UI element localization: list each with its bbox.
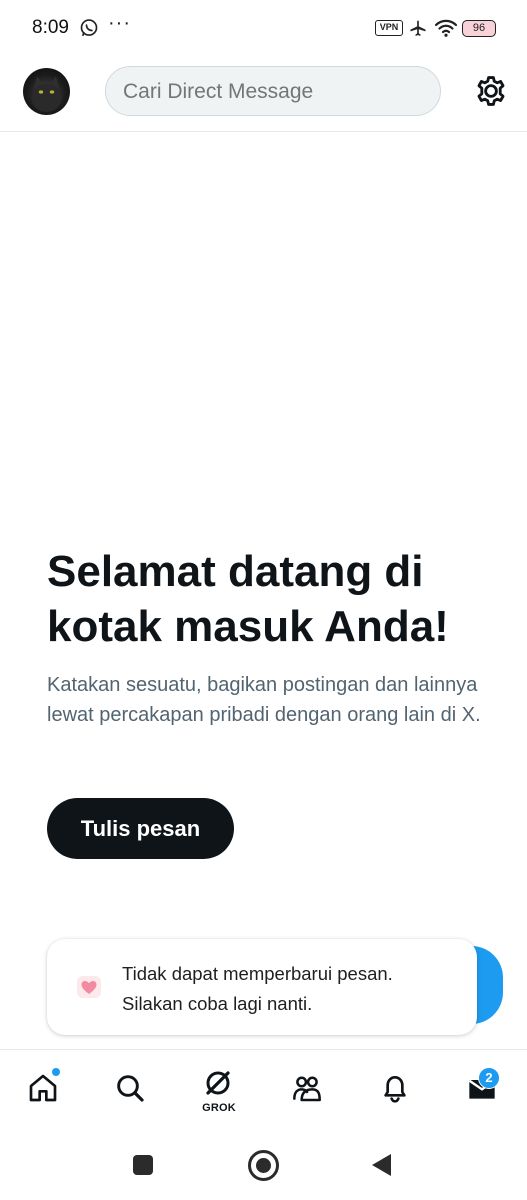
grok-label: GROK — [202, 1102, 236, 1114]
welcome-title: Selamat datang di kotak masuk Anda! — [47, 547, 449, 651]
nav-grok[interactable]: GROK — [189, 1050, 249, 1134]
more-dots-icon: ··· — [108, 12, 131, 34]
cat-avatar-image — [31, 76, 62, 112]
battery-icon: 96 — [462, 20, 496, 37]
home-notification-dot — [51, 1067, 61, 1077]
status-bar: 8:09 ··· VPN 96 — [0, 0, 527, 58]
airplane-icon — [410, 20, 426, 36]
vpn-icon: VPN — [375, 20, 403, 36]
communities-icon — [293, 1076, 321, 1102]
search-icon — [117, 1075, 144, 1102]
profile-avatar[interactable] — [23, 68, 70, 115]
bell-icon — [384, 1076, 406, 1103]
nav-home[interactable] — [13, 1050, 73, 1134]
search-input[interactable] — [123, 80, 423, 104]
write-message-button[interactable]: Tulis pesan — [47, 798, 234, 859]
back-button[interactable] — [372, 1154, 391, 1176]
messages-badge: 2 — [478, 1067, 500, 1089]
wifi-icon — [434, 19, 458, 37]
search-bar[interactable] — [105, 66, 441, 116]
whatsapp-icon — [80, 19, 98, 37]
system-navigation-bar — [0, 1133, 527, 1200]
nav-messages[interactable]: 2 — [452, 1050, 512, 1134]
grok-icon — [206, 1071, 230, 1095]
toast-line-1: Tidak dapat memperbarui pesan. — [122, 963, 393, 984]
bottom-navigation: GROK 2 — [0, 1049, 527, 1133]
status-time: 8:09 — [32, 17, 69, 38]
gear-icon[interactable] — [474, 74, 508, 108]
welcome-description: Katakan sesuatu, bagikan postingan dan l… — [47, 674, 481, 726]
recents-button[interactable] — [133, 1155, 153, 1175]
toast-line-2: Silakan coba lagi nanti. — [122, 993, 313, 1014]
toast-message: Tidak dapat memperbarui pesan. Silakan c… — [122, 959, 393, 1019]
home-button[interactable] — [248, 1150, 279, 1181]
nav-notifications[interactable] — [365, 1050, 425, 1134]
error-toast: Tidak dapat memperbarui pesan. Silakan c… — [47, 939, 477, 1035]
heart-app-icon — [77, 976, 101, 998]
messages-header — [0, 58, 527, 132]
nav-communities[interactable] — [277, 1050, 337, 1134]
nav-search[interactable] — [100, 1050, 160, 1134]
